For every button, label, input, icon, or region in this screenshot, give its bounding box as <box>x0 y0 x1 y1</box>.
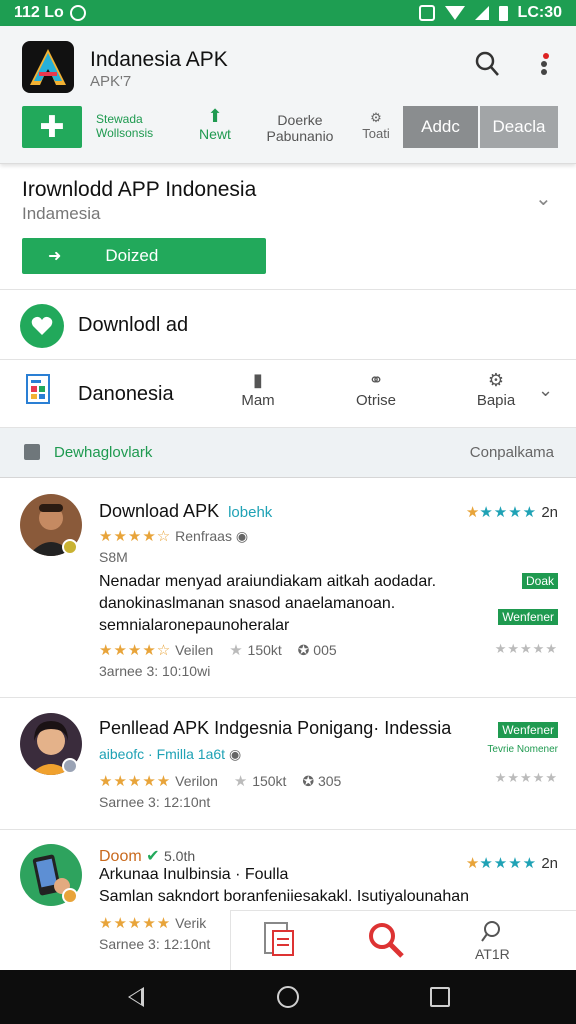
app-header: Indanesia APK APK'7 ✚ Stewada Wollsonsis… <box>0 26 576 164</box>
status-bar: 112 Lo LC:30 <box>0 0 576 26</box>
search-icon[interactable] <box>474 50 500 78</box>
category-item-mam[interactable]: ▮ Mam <box>228 370 288 409</box>
doerke-action[interactable]: Doerke Pabunanio <box>260 112 340 144</box>
listing-title: Penllead APK Indgesnia Ponigang· Indessi… <box>99 718 452 738</box>
listing-meta: ★★★★★ Verik <box>99 915 207 932</box>
app-subtitle: APK'7 <box>90 73 132 90</box>
home-icon[interactable] <box>277 986 299 1008</box>
search-icon <box>481 921 501 942</box>
link-icon: ⚭ <box>368 370 384 390</box>
list-item[interactable]: Penllead APK Indgesnia Ponigang· Indessi… <box>0 698 576 830</box>
app-logo-icon[interactable] <box>22 41 74 93</box>
listing-rating-line: ★★★★☆ Renfraas ◉ <box>99 528 249 545</box>
settings-icon: ⚙ <box>487 370 505 390</box>
listing-title-2: Arkunaa Inulbinsia · Foulla <box>99 866 289 883</box>
comment-icon: ✪ <box>302 773 315 789</box>
heart-icon <box>20 304 64 348</box>
category-name: Danonesia <box>78 383 174 405</box>
star-icon: ★ <box>465 504 480 521</box>
download-label: Downlodl ad <box>78 314 189 336</box>
more-options-icon[interactable] <box>538 52 550 76</box>
star-icon: ★ <box>233 773 249 790</box>
notification-icon <box>69 5 86 21</box>
app-title: Indanesia APK <box>90 48 228 71</box>
filter-checkbox[interactable] <box>24 444 40 460</box>
tab-documents[interactable] <box>261 919 297 962</box>
info-icon: ◉ <box>228 746 242 762</box>
info-icon: ◉ <box>235 528 249 544</box>
wifi-icon <box>444 6 465 20</box>
addc-button[interactable]: Addc <box>403 106 478 148</box>
chevron-down-icon[interactable]: ⌄ <box>535 186 552 211</box>
listing-rating: ★★★★★ 2n <box>465 855 558 872</box>
promo-subtitle: Indamesia <box>22 204 101 223</box>
check-icon: ✔ <box>146 848 160 865</box>
promo-card: Irownlodd APP Indonesia Indamesia ⌄ ➜ Do… <box>0 164 576 290</box>
tab-search[interactable] <box>365 919 407 964</box>
star-icon: ★ <box>465 855 480 872</box>
promo-title: Irownlodd APP Indonesia <box>22 178 257 201</box>
star-icon: ★ <box>229 642 244 659</box>
quick-actions: ✚ Stewada Wollsonsis ⬆ Newt Doerke Pabun… <box>22 106 558 148</box>
listing-rating: ★★★★★ 2n <box>465 504 558 521</box>
search-icon <box>369 923 404 958</box>
category-item-otrise[interactable]: ⚭ Otrise <box>346 370 406 409</box>
listing-date: Sarnee 3: 12:10nt <box>99 794 211 810</box>
recent-apps-icon[interactable] <box>430 987 450 1007</box>
listing-badge: Wenfener <box>498 722 558 738</box>
listing-date: Sarnee 3: 12:10nt <box>99 936 211 952</box>
stewada-action[interactable]: Stewada Wollsonsis <box>96 112 186 140</box>
listing-subtitle: aibeofc · Fmilla 1a6t ◉ <box>99 746 242 762</box>
document-icon <box>26 374 50 404</box>
bookmark-icon: ▮ <box>253 370 263 390</box>
listing-badge: Doak <box>521 573 558 589</box>
listing-meta: ★★★★☆ Veilen ★ 150kt ✪ 005 <box>99 642 337 659</box>
listing-badge: Tevrie Nomener <box>487 744 558 755</box>
filter-sort[interactable]: Conpalkama <box>470 444 554 461</box>
arrow-up-icon: ⬆ <box>207 106 223 126</box>
category-item-bapia[interactable]: ⚙ Bapia <box>466 370 526 409</box>
signal-icon <box>474 6 489 20</box>
new-button[interactable]: ⬆ Newt <box>194 106 236 142</box>
download-row[interactable]: Downlodl ad <box>0 290 576 360</box>
download-button[interactable]: ➜ Doized <box>22 238 266 274</box>
listing-title: Doom ✔ 5.0th <box>99 848 196 865</box>
status-badge-icon <box>62 758 78 774</box>
chevron-down-icon[interactable]: ⌄ <box>538 380 553 401</box>
plus-icon: ✚ <box>39 110 65 144</box>
tab-profile[interactable]: AT1R <box>475 919 510 962</box>
listing-title: Download APK lobehk <box>99 501 273 521</box>
list-item[interactable]: Download APK lobehk ★★★★☆ Renfraas ◉ S8M… <box>0 479 576 698</box>
listing-date: 3arnee 3: 10:10wi <box>99 663 211 679</box>
document-icon <box>264 922 294 956</box>
add-button[interactable]: ✚ <box>22 106 82 148</box>
bottom-tab-bar: AT1R <box>230 910 576 970</box>
listing-description: Samlan sakndort boranfeniiesakakl. Isuti… <box>99 888 470 905</box>
clock: 112 Lo <box>14 4 64 21</box>
arrow-icon: ➜ <box>48 248 62 265</box>
status-time: LC:30 <box>517 4 562 21</box>
listing-mini-rating: ★★★★★ <box>494 770 558 785</box>
filter-label[interactable]: Dewhaglovlark <box>54 444 152 461</box>
vibrate-icon <box>418 5 435 21</box>
filter-row: Dewhaglovlark Conpalkama <box>0 428 576 478</box>
listing-meta: ★★★★★ Verilon ★ 150kt ✪ 305 <box>99 773 342 790</box>
battery-icon <box>498 5 508 21</box>
back-icon[interactable] <box>128 987 144 1007</box>
comment-icon: ✪ <box>297 642 310 658</box>
gear-icon: ⚙ <box>370 110 382 125</box>
deacla-button[interactable]: Deacla <box>480 106 558 148</box>
category-row: Danonesia ▮ Mam ⚭ Otrise ⚙ Bapia ⌄ <box>0 360 576 428</box>
listing-mini-rating: ★★★★★ <box>494 641 558 656</box>
verified-badge-icon <box>62 539 78 555</box>
listing-size: S8M <box>99 549 128 565</box>
listing-description: Nenadar menyad araiundiakam aitkah aodad… <box>99 573 437 634</box>
system-nav-bar <box>0 970 576 1024</box>
toati-action[interactable]: ⚙ Toati <box>356 110 396 142</box>
listing-badge: Wenfener <box>498 609 558 625</box>
badge-icon <box>62 888 78 904</box>
